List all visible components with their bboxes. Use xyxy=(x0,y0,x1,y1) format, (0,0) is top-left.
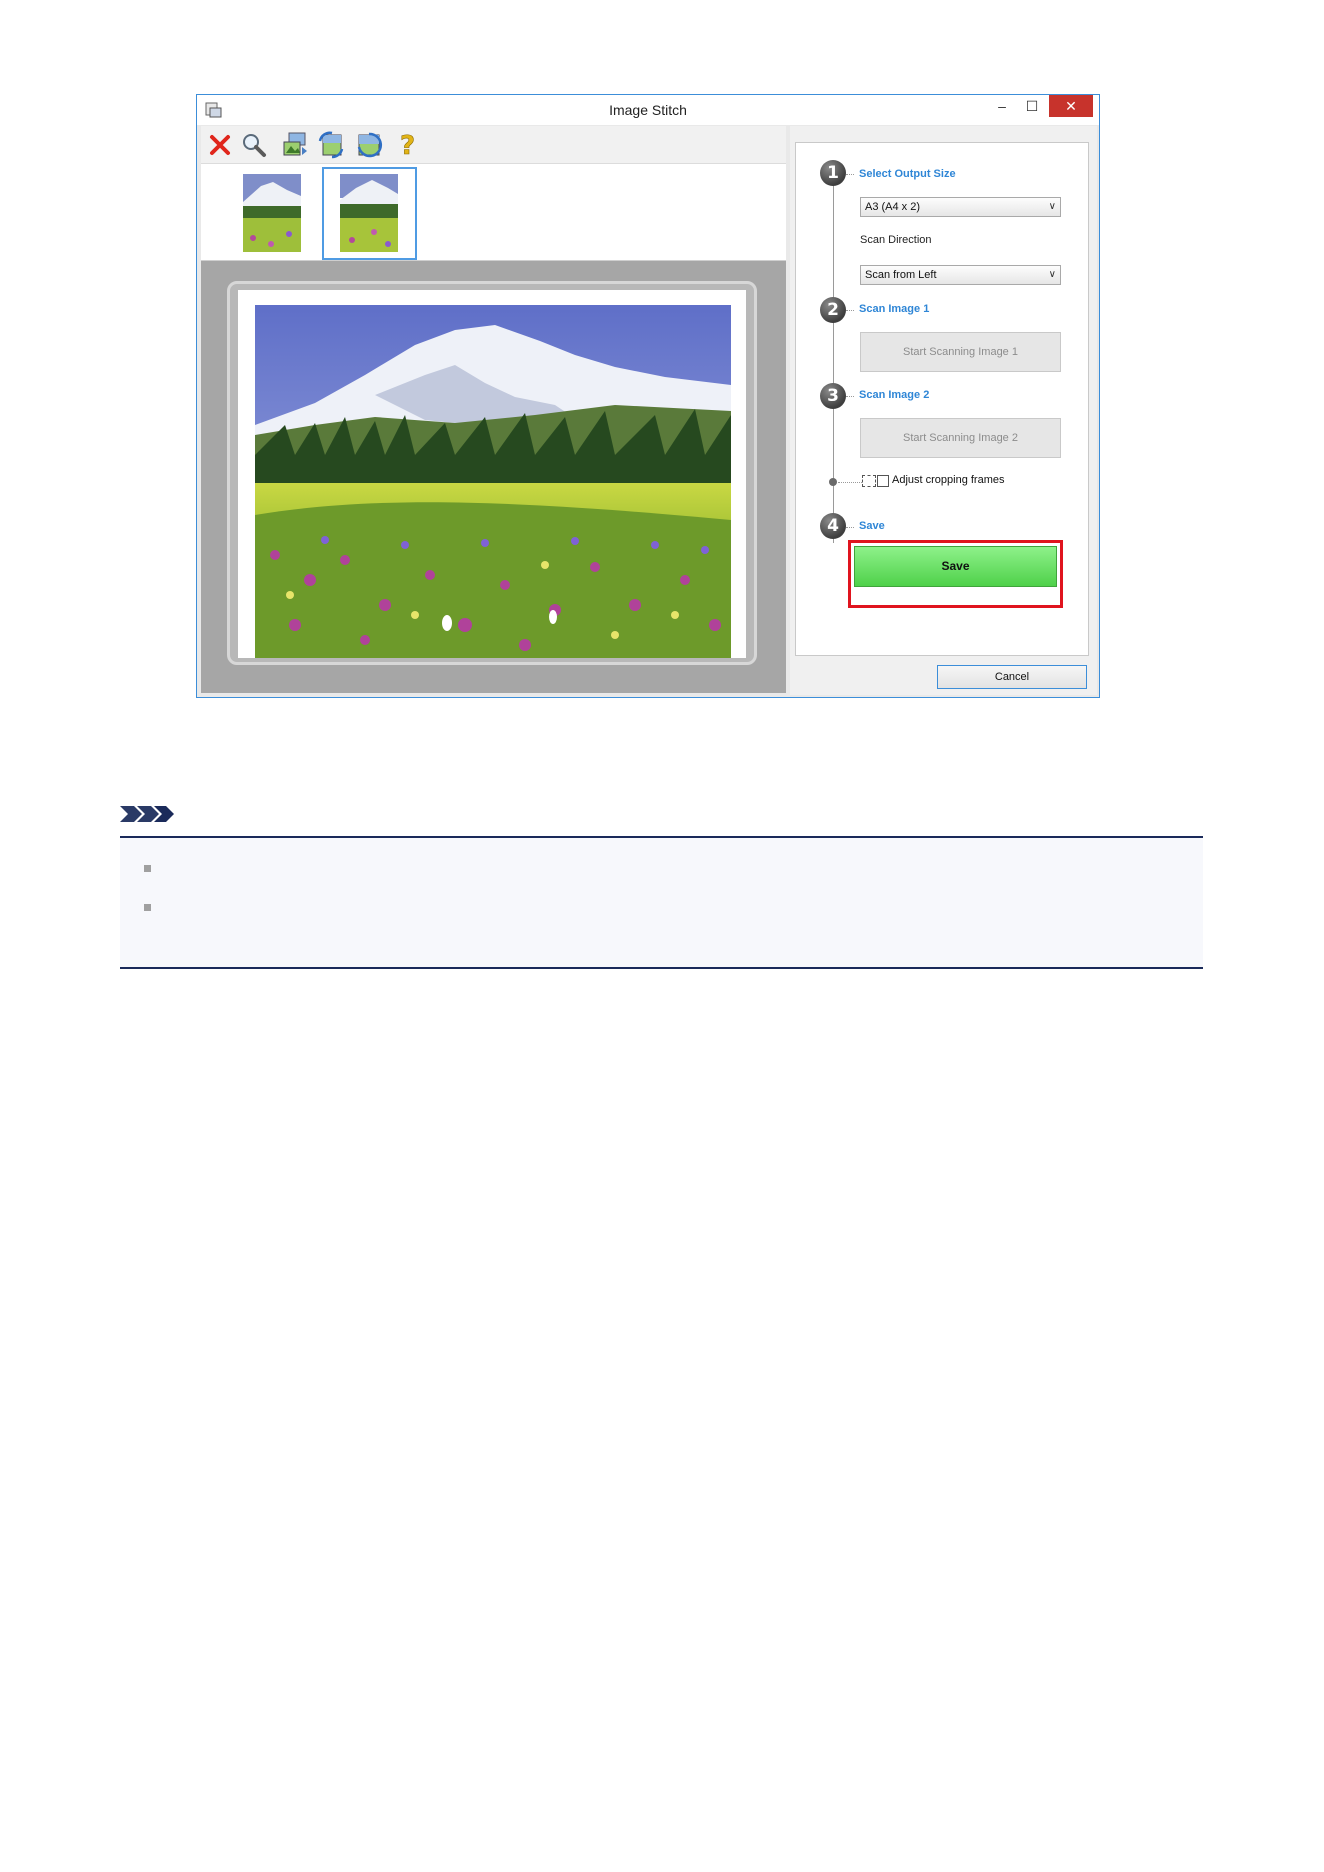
stitched-preview-image xyxy=(255,305,731,658)
rotate-image-icon xyxy=(318,131,344,159)
note-chevrons-icon xyxy=(120,806,174,822)
step-3-badge: 3 xyxy=(820,383,846,409)
step-2-badge: 2 xyxy=(820,297,846,323)
step-4-title: Save xyxy=(859,520,885,532)
step-3-dots xyxy=(846,396,854,397)
rotate-image-button[interactable] xyxy=(317,130,347,160)
note-bullet-1 xyxy=(144,865,151,872)
help-button[interactable]: ? xyxy=(393,130,423,160)
step-3-title: Scan Image 2 xyxy=(859,389,930,401)
image-stitch-window: Image Stitch – ☐ ✕ ? 1 Select Output Siz… xyxy=(196,94,1100,698)
step-2-title: Scan Image 1 xyxy=(859,303,930,315)
delete-button[interactable] xyxy=(205,130,235,160)
scan-direction-select[interactable]: Scan from Left ∨ xyxy=(860,265,1061,285)
thumbnail-image-2[interactable] xyxy=(338,172,400,254)
close-button[interactable]: ✕ xyxy=(1049,95,1093,117)
maximize-button[interactable]: ☐ xyxy=(1017,95,1047,117)
toolbar: ? xyxy=(201,126,786,164)
thumbnail-strip xyxy=(201,164,786,261)
note-box xyxy=(120,836,1203,969)
step-2-dots xyxy=(846,310,854,311)
zoom-icon xyxy=(243,134,266,157)
delete-icon xyxy=(210,135,230,155)
flip-image-icon xyxy=(357,132,383,158)
connector-dots xyxy=(838,482,862,483)
scan-direction-value: Scan from Left xyxy=(865,269,937,281)
chevron-down-icon: ∨ xyxy=(1048,201,1056,212)
crop-frame-icon xyxy=(862,475,876,487)
minimize-button[interactable]: – xyxy=(987,95,1017,117)
steps-connector-line xyxy=(833,173,834,543)
preview-area xyxy=(201,261,786,693)
step-1-dots xyxy=(846,174,854,175)
svg-text:?: ? xyxy=(400,131,415,159)
start-scanning-image-1-button[interactable]: Start Scanning Image 1 xyxy=(860,332,1061,372)
title-bar[interactable]: Image Stitch – ☐ ✕ xyxy=(197,95,1099,125)
help-icon: ? xyxy=(400,131,416,159)
window-title: Image Stitch xyxy=(609,102,687,118)
save-button[interactable]: Save xyxy=(854,546,1057,587)
swap-image-icon xyxy=(283,132,307,156)
chevron-down-icon: ∨ xyxy=(1048,269,1056,280)
step-1-badge: 1 xyxy=(820,160,846,186)
preview-frame xyxy=(227,281,757,665)
adjust-cropping-label[interactable]: Adjust cropping frames xyxy=(892,474,1005,486)
step-4-dots xyxy=(846,527,854,528)
scan-direction-label: Scan Direction xyxy=(860,234,932,246)
preview-paper xyxy=(238,290,746,658)
zoom-button[interactable] xyxy=(239,130,269,160)
right-pane: 1 Select Output Size A3 (A4 x 2) ∨ Scan … xyxy=(790,126,1097,695)
step-1-title: Select Output Size xyxy=(859,168,956,180)
thumbnail-image-1[interactable] xyxy=(241,172,303,254)
note-bullet-2 xyxy=(144,904,151,911)
flip-image-button[interactable] xyxy=(354,130,384,160)
left-pane: ? xyxy=(201,126,786,693)
connector-dot xyxy=(829,478,837,486)
adjust-cropping-checkbox[interactable] xyxy=(877,475,889,487)
start-scanning-image-2-button[interactable]: Start Scanning Image 2 xyxy=(860,418,1061,458)
output-size-value: A3 (A4 x 2) xyxy=(865,201,921,213)
cancel-button[interactable]: Cancel xyxy=(937,665,1087,689)
swap-image-button[interactable] xyxy=(280,130,310,160)
output-size-select[interactable]: A3 (A4 x 2) ∨ xyxy=(860,197,1061,217)
step-4-badge: 4 xyxy=(820,513,846,539)
